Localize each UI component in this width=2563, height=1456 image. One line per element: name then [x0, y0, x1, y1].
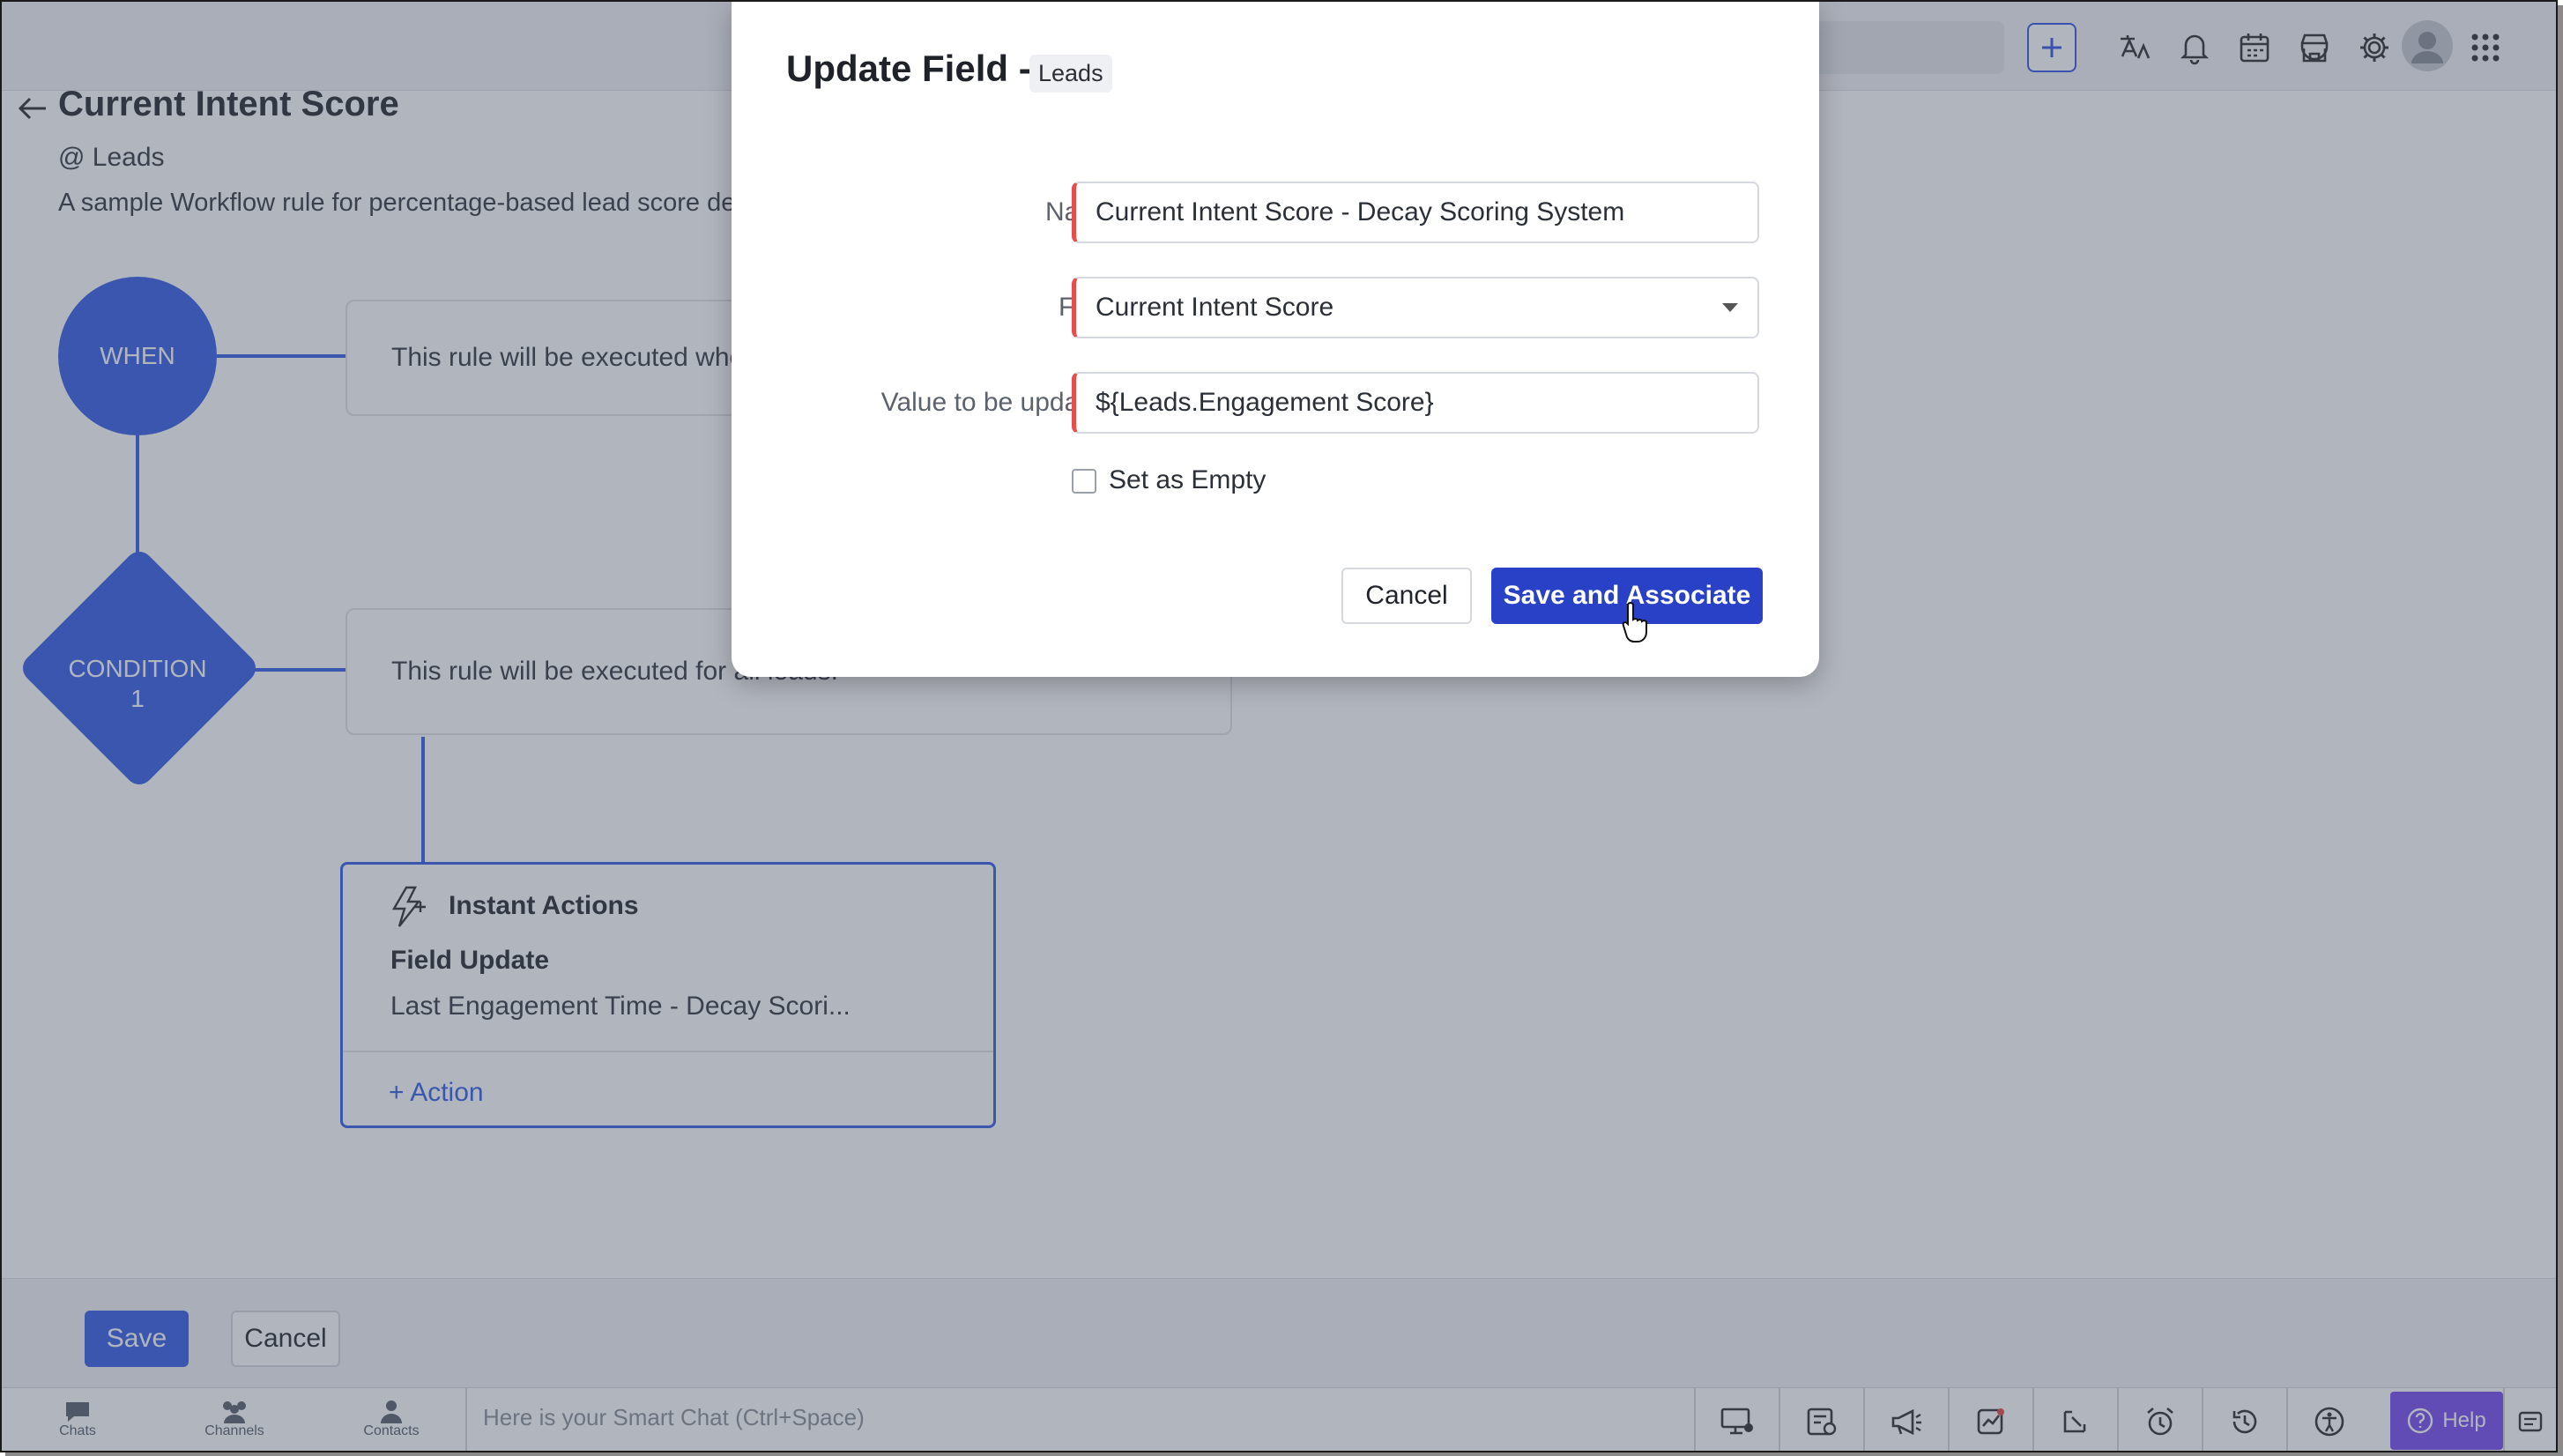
set-empty-label[interactable]: Set as Empty — [1109, 465, 1266, 495]
window-shadow — [2558, 5, 2563, 1456]
update-field-dialog: Update Field - Leads Name Current Intent… — [732, 2, 1819, 677]
name-field[interactable]: Current Intent Score - Decay Scoring Sys… — [1072, 182, 1759, 243]
dialog-cancel-button[interactable]: Cancel — [1341, 568, 1472, 624]
app-window: Current Intent Score @ Leads A sample Wo… — [0, 0, 2558, 1452]
field-select[interactable]: Current Intent Score — [1072, 277, 1759, 338]
set-empty-checkbox[interactable] — [1072, 469, 1096, 494]
value-field[interactable]: ${Leads.Engagement Score} — [1072, 372, 1759, 434]
pointer-hand-icon — [1620, 599, 1655, 643]
dialog-title: Update Field - — [786, 48, 1031, 89]
field-select-value: Current Intent Score — [1096, 293, 1334, 322]
window-shadow — [5, 1452, 2563, 1456]
module-badge: Leads — [1029, 55, 1112, 93]
chevron-down-icon — [1722, 303, 1738, 312]
